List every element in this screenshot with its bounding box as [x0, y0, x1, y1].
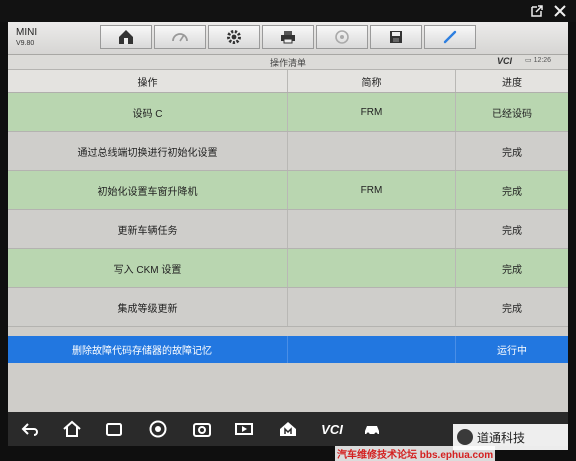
operation-list-bar: 操作清单 VCI ▭ 12:26: [8, 55, 568, 70]
row-operation: 初始化设置车窗升降机: [8, 171, 288, 209]
row-operation: 删除故障代码存储器的故障记忆: [8, 336, 288, 363]
table-row[interactable]: 设码 C FRM 已经设码: [8, 93, 568, 132]
home-icon: [119, 30, 133, 44]
vci-button[interactable]: VCI: [316, 417, 348, 441]
row-abbreviation: [288, 288, 456, 326]
table-row[interactable]: 通过总线端切换进行初始化设置 完成: [8, 132, 568, 171]
row-operation: 写入 CKM 设置: [8, 249, 288, 287]
battery-time: ▭ 12:26: [525, 57, 552, 64]
column-header-operation: 操作: [8, 70, 288, 92]
channel-name: 道通科技: [477, 430, 526, 445]
print-icon: [281, 31, 295, 44]
row-operation: 设码 C: [8, 93, 288, 131]
apps-icon: [106, 423, 122, 436]
mileage-icon: [172, 33, 188, 42]
diagnostic-screen: MINI V9.80 操作清单 VCI ▭ 12:26 操作 简称 进度 设码 …: [8, 22, 568, 412]
print-button[interactable]: [262, 25, 314, 49]
recent-apps-button[interactable]: [102, 417, 126, 441]
row-progress: 完成: [502, 147, 522, 159]
external-link-icon[interactable]: [530, 4, 544, 18]
camera-button[interactable]: [190, 417, 214, 441]
row-operation: 更新车辆任务: [8, 210, 288, 248]
row-abbreviation: [288, 336, 456, 363]
table-header: 操作 简称 进度: [8, 70, 568, 93]
row-progress: 运行中: [497, 346, 527, 357]
back-icon: [21, 423, 38, 436]
home-icon: [63, 420, 81, 437]
help-button[interactable]: [316, 25, 368, 49]
table-row-running[interactable]: 删除故障代码存储器的故障记忆 运行中: [8, 336, 568, 363]
vci-icon: VCI: [321, 421, 343, 437]
column-header-progress: 进度: [502, 77, 522, 89]
forum-watermark: 汽车维修技术论坛 bbs.ephua.com: [335, 446, 496, 461]
row-abbreviation: [288, 132, 456, 170]
row-operation: 通过总线端切换进行初始化设置: [8, 132, 288, 170]
vehicle-icon: [365, 426, 379, 436]
vehicle-button[interactable]: [360, 417, 384, 441]
row-abbreviation: FRM: [288, 171, 456, 209]
vehicle-brand: MINI: [16, 27, 38, 38]
camera-icon: [193, 423, 211, 437]
row-progress: 完成: [502, 264, 522, 276]
vci-status-icon: VCI: [497, 56, 513, 66]
row-progress: 已经设码: [492, 108, 532, 120]
diagnostic-home-button[interactable]: [276, 417, 300, 441]
row-abbreviation: [288, 249, 456, 287]
table-row[interactable]: 写入 CKM 设置 完成: [8, 249, 568, 288]
table-row[interactable]: 初始化设置车窗升降机 FRM 完成: [8, 171, 568, 210]
home-nav-button[interactable]: [60, 417, 84, 441]
screen-record-button[interactable]: [232, 417, 256, 441]
row-operation: 集成等级更新: [8, 288, 288, 326]
row-progress: 完成: [502, 225, 522, 237]
window-top-bar: [0, 0, 576, 22]
channel-logo-icon: [457, 429, 473, 445]
save-button[interactable]: [370, 25, 422, 49]
save-icon: [390, 31, 402, 43]
browser-button[interactable]: [146, 417, 170, 441]
app-header: MINI V9.80: [8, 22, 568, 55]
row-progress: 完成: [502, 186, 522, 198]
row-progress: 完成: [502, 303, 522, 315]
row-abbreviation: FRM: [288, 93, 456, 131]
screen-record-icon: [235, 423, 253, 435]
table-row[interactable]: 更新车辆任务 完成: [8, 210, 568, 249]
settings-icon: [227, 30, 241, 44]
clock-time: 12:26: [533, 57, 552, 64]
close-icon[interactable]: [553, 4, 567, 18]
table-row[interactable]: 集成等级更新 完成: [8, 288, 568, 327]
operation-list-title: 操作清单: [269, 58, 306, 68]
column-header-abbreviation: 简称: [288, 70, 456, 92]
mileage-button[interactable]: [154, 25, 206, 49]
row-abbreviation: [288, 210, 456, 248]
software-version: V9.80: [16, 40, 35, 47]
pen-icon: [443, 30, 457, 44]
back-button[interactable]: [18, 417, 42, 441]
home-button[interactable]: [100, 25, 152, 49]
settings-button[interactable]: [208, 25, 260, 49]
annotate-button[interactable]: [424, 25, 476, 49]
browser-icon: [149, 420, 167, 438]
home-icon: [280, 422, 296, 436]
help-icon: [335, 30, 349, 44]
